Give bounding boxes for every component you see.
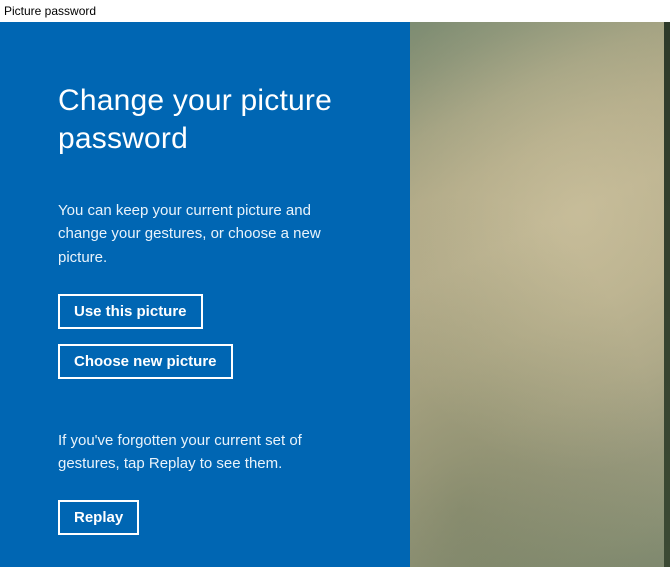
instruction-panel: Change your picture password You can kee… (0, 22, 410, 567)
use-this-picture-button[interactable]: Use this picture (58, 294, 203, 329)
window-titlebar: Picture password (0, 0, 670, 22)
window-title: Picture password (4, 4, 96, 18)
main-area: Change your picture password You can kee… (0, 22, 670, 567)
picture-preview (410, 22, 670, 567)
page-heading: Change your picture password (58, 82, 360, 157)
choose-new-picture-button[interactable]: Choose new picture (58, 344, 233, 379)
replay-button[interactable]: Replay (58, 500, 139, 535)
forgot-gestures-text: If you've forgotten your current set of … (58, 429, 360, 476)
intro-text: You can keep your current picture and ch… (58, 199, 360, 269)
